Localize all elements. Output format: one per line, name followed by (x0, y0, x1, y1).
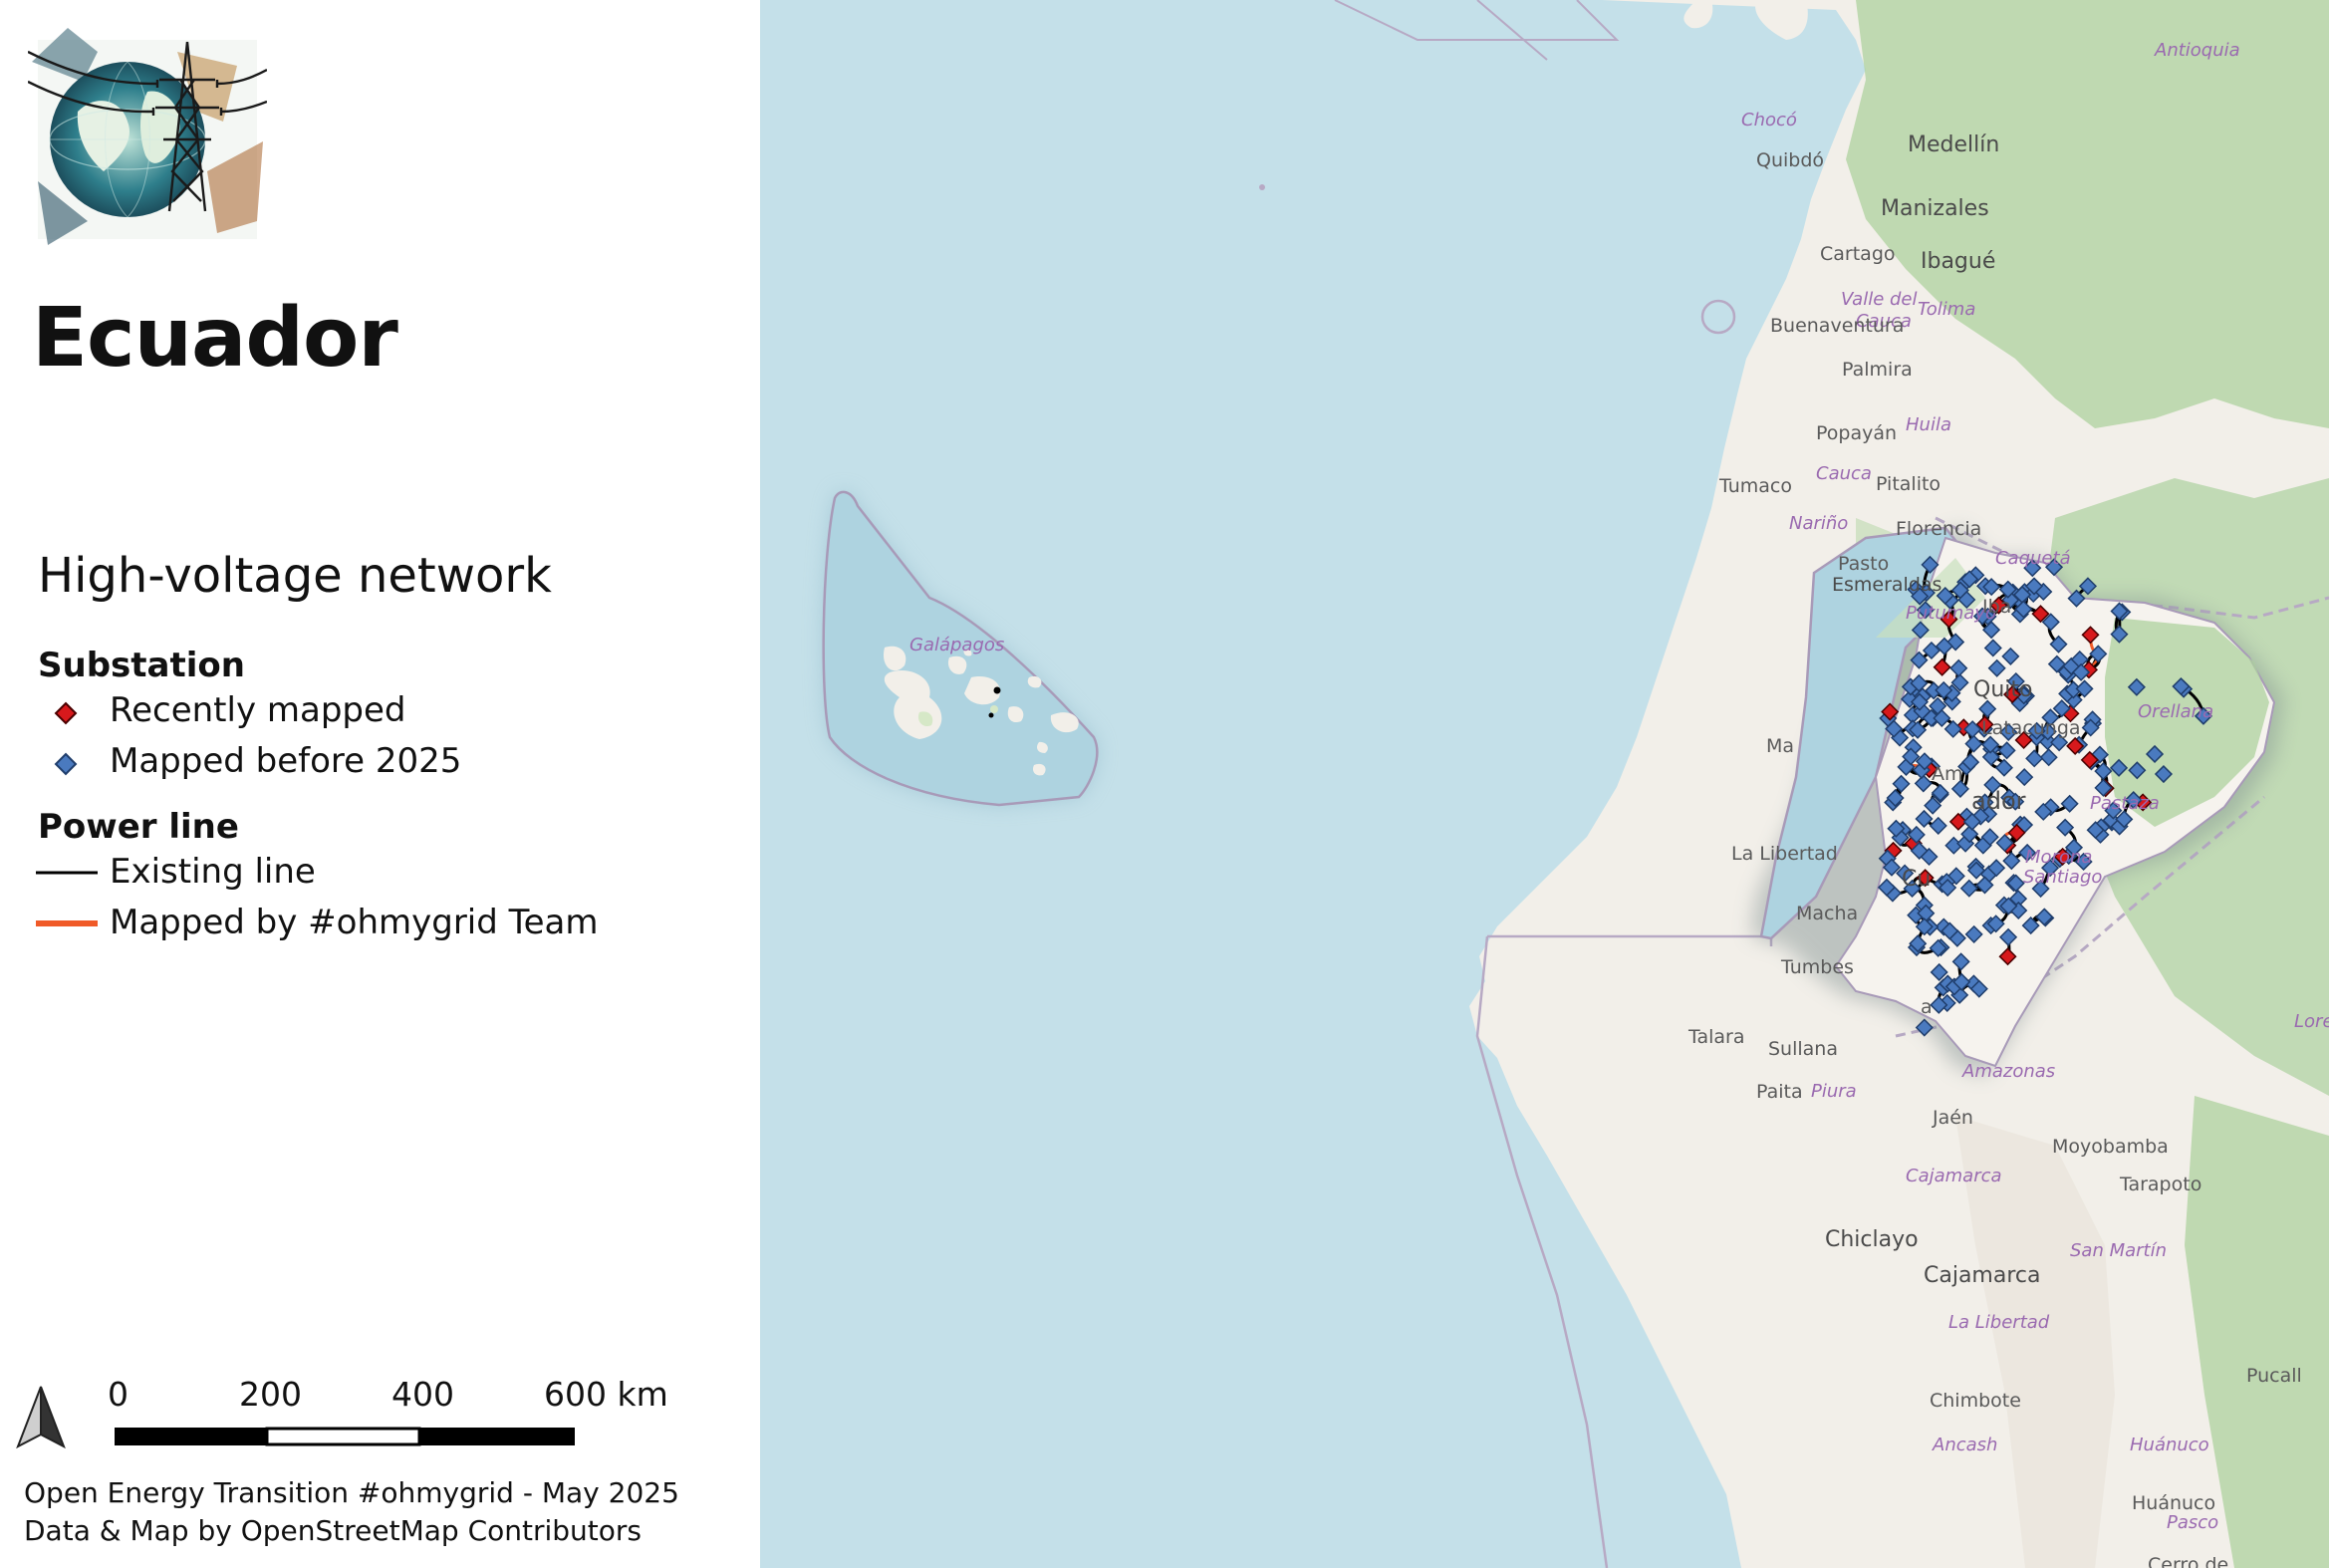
legend-title: High-voltage network (38, 548, 552, 604)
label-manta: Ma (1766, 735, 1795, 757)
label-cajamarca: Cajamarca (1924, 1263, 2041, 1288)
scale-label-400: 400 (391, 1375, 454, 1414)
ohmygrid-logo (28, 28, 267, 245)
label-palmira: Palmira (1842, 359, 1913, 381)
label-cerro: Cerro de (2148, 1554, 2229, 1568)
basemap (760, 0, 2329, 1568)
substation-heading: Substation (38, 646, 245, 685)
legend-recently-mapped: Recently mapped (110, 690, 406, 730)
label-morona: Morona (2025, 847, 2093, 868)
label-ecuador: ador (1971, 787, 2026, 815)
label-ibague: Ibagué (1921, 249, 1996, 274)
north-arrow-icon (16, 1386, 66, 1449)
legend-panel: Ecuador High-voltage network Substation … (0, 0, 760, 1568)
label-choco: Chocó (1741, 110, 1797, 131)
legend-existing-line: Existing line (110, 852, 316, 892)
label-san-martin: San Martín (2070, 1240, 2168, 1261)
label-orellana: Orellana (2138, 701, 2214, 722)
label-pucallpa: Pucall (2246, 1365, 2302, 1387)
label-ancash: Ancash (1933, 1435, 1998, 1455)
label-piura: Piura (1811, 1081, 1857, 1102)
label-sullana: Sullana (1768, 1038, 1838, 1060)
label-manizales: Manizales (1881, 196, 1989, 221)
label-loja: a (1921, 996, 1933, 1018)
legend-mapped-by-team: Mapped by #ohmygrid Team (110, 903, 599, 942)
scale-bar (115, 1427, 575, 1446)
scale-label-200: 200 (239, 1375, 302, 1414)
label-tumbes: Tumbes (1781, 956, 1854, 978)
label-pitalito: Pitalito (1876, 473, 1941, 495)
orange-line-swatch-icon (36, 920, 98, 926)
label-narino: Nariño (1789, 513, 1849, 534)
label-pastaza: Pastaza (2090, 793, 2160, 814)
label-valle-del: Valle del (1841, 289, 1918, 310)
label-popayan: Popayán (1816, 422, 1898, 444)
label-talara: Talara (1688, 1026, 1745, 1048)
label-cuenca: Cu (1902, 867, 1932, 892)
power-line-heading: Power line (38, 807, 239, 847)
label-santiago: Santiago (2023, 867, 2103, 888)
label-huanuco-region: Huánuco (2130, 1435, 2209, 1455)
label-esmeraldas: Esmeraldas (1832, 574, 1942, 596)
scale-label-600: 600 km (544, 1375, 668, 1414)
label-galapagos: Galápagos (909, 635, 1005, 655)
label-ibarra: Iba (1982, 596, 2012, 618)
label-latacunga: Latacunga (1981, 717, 2081, 739)
label-antioquia: Antioquia (2155, 40, 2240, 61)
label-amazonas: Amazonas (1962, 1061, 2056, 1082)
label-cauca: Cauca (1816, 463, 1872, 484)
label-jaen: Jaén (1933, 1107, 1973, 1129)
label-chiclayo: Chiclayo (1825, 1227, 1919, 1252)
label-buenaventura: Buenaventura (1770, 315, 1905, 337)
label-huanuco: Huánuco (2132, 1492, 2216, 1514)
label-la-libertad-peru: La Libertad (1948, 1312, 2050, 1333)
label-quibdo: Quibdó (1756, 149, 1825, 171)
scale-label-0: 0 (108, 1375, 129, 1414)
red-diamond-marker-icon (54, 701, 78, 725)
map-view[interactable]: Antioquia Chocó Quibdó Medellín Manizale… (760, 0, 2329, 1568)
label-cajamarca-region: Cajamarca (1906, 1166, 2002, 1186)
label-la-libertad: La Libertad (1731, 843, 1838, 865)
label-caqueta: Caquetá (1995, 548, 2071, 569)
label-ambato: Am (1932, 763, 1963, 785)
label-moyobamba: Moyobamba (2052, 1136, 2169, 1158)
label-tolima: Tolima (1918, 299, 1976, 320)
black-line-swatch-icon (36, 871, 98, 875)
label-florencia: Florencia (1896, 518, 1982, 540)
label-quito: Quito (1973, 677, 2033, 702)
label-huila: Huila (1906, 414, 1951, 435)
blue-diamond-marker-icon (54, 752, 78, 776)
label-tumaco: Tumaco (1719, 475, 1792, 497)
label-tarapoto: Tarapoto (2120, 1174, 2202, 1195)
label-medellin: Medellín (1908, 132, 2000, 157)
label-paita: Paita (1756, 1081, 1803, 1103)
label-cartago: Cartago (1820, 243, 1896, 265)
credit-line-2: Data & Map by OpenStreetMap Contributors (24, 1514, 643, 1547)
label-loreto: Lore (2294, 1011, 2329, 1032)
label-pasto: Pasto (1838, 553, 1890, 575)
legend-mapped-before-2025: Mapped before 2025 (110, 741, 462, 781)
label-chimbote: Chimbote (1930, 1390, 2021, 1412)
map-title: Ecuador (32, 291, 398, 386)
label-pasco: Pasco (2167, 1512, 2219, 1533)
credit-line-1: Open Energy Transition #ohmygrid - May 2… (24, 1476, 679, 1509)
label-machala: Macha (1796, 903, 1859, 924)
